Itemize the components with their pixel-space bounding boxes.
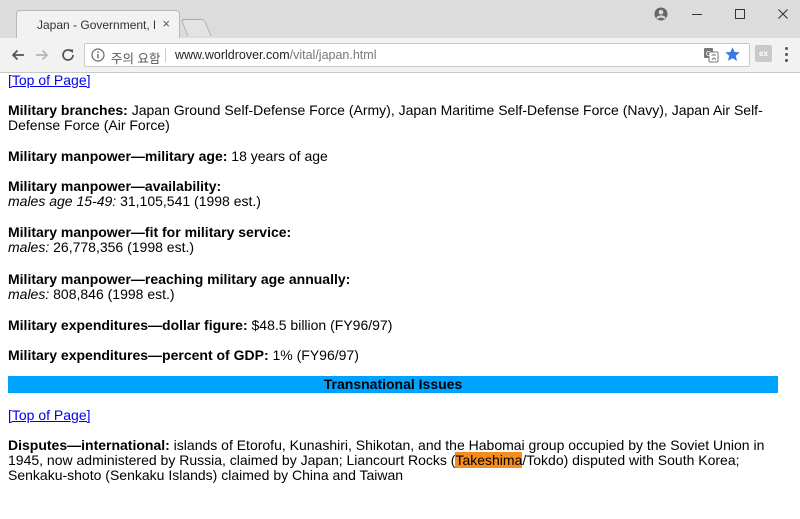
tab-title: Japan - Government, His: [37, 18, 155, 32]
fit-sublabel: males:: [8, 239, 50, 255]
security-label[interactable]: 주의 요함: [111, 48, 160, 67]
close-icon: [778, 9, 788, 19]
disputes-label: Disputes—international:: [8, 437, 170, 453]
manpower-fit: Military manpower—fit for military servi…: [8, 225, 768, 255]
reaching-sublabel: males:: [8, 286, 50, 302]
page-content: [Top of Page] Military branches: Japan G…: [0, 73, 800, 519]
manpower-availability: Military manpower—availability: males ag…: [8, 179, 768, 209]
extension-button[interactable]: ex: [755, 45, 772, 62]
fit-label: Military manpower—fit for military servi…: [8, 224, 292, 240]
info-icon[interactable]: [91, 48, 105, 62]
bookmark-star-icon[interactable]: [724, 46, 741, 63]
military-branches: Military branches: Japan Ground Self-Def…: [8, 103, 768, 133]
expenditure-gdp-value: 1% (FY96/97): [268, 347, 359, 363]
top-of-page-link[interactable]: [Top of Page]: [8, 73, 91, 88]
section-header-transnational: Transnational Issues: [8, 376, 778, 393]
svg-text:G: G: [706, 50, 711, 58]
url-host: www.worldrover.com: [175, 48, 290, 62]
fit-value: 26,778,356 (1998 est.): [49, 239, 195, 255]
forward-arrow-icon: [36, 49, 49, 61]
availability-value: 31,105,541 (1998 est.): [116, 193, 261, 209]
address-bar[interactable]: 주의 요함 www.worldrover.com/vital/japan.htm…: [84, 43, 750, 67]
browser-toolbar: 주의 요함 www.worldrover.com/vital/japan.htm…: [0, 38, 800, 73]
menu-dots-icon: [784, 46, 788, 62]
maximize-button[interactable]: [723, 0, 757, 28]
reaching-label: Military manpower—reaching military age …: [8, 271, 351, 287]
account-icon: [654, 7, 668, 21]
browser-tab[interactable]: Japan - Government, His ×: [16, 10, 180, 38]
browser-menu-button[interactable]: [779, 44, 793, 64]
military-age-value: 18 years of age: [227, 148, 328, 164]
translate-icon[interactable]: G: [703, 47, 719, 63]
disputes-international: Disputes—international: islands of Etoro…: [8, 438, 778, 483]
reaching-value: 808,846 (1998 est.): [49, 286, 175, 302]
expenditure-dollar-label: Military expenditures—dollar figure:: [8, 317, 248, 333]
availability-label: Military manpower—availability:: [8, 178, 222, 194]
military-age-label: Military manpower—military age:: [8, 148, 228, 164]
close-window-button[interactable]: [766, 0, 800, 28]
maximize-icon: [735, 9, 745, 19]
expenditure-gdp-label: Military expenditures—percent of GDP:: [8, 347, 269, 363]
back-button[interactable]: [8, 45, 28, 65]
reload-button[interactable]: [58, 45, 78, 65]
minimize-button[interactable]: [680, 0, 714, 28]
reload-icon: [62, 49, 74, 61]
forward-button[interactable]: [32, 45, 52, 65]
availability-sublabel: males age 15-49:: [8, 193, 117, 209]
scrollbar[interactable]: [796, 73, 800, 519]
search-highlight: Takeshima: [455, 452, 523, 468]
manpower-reaching-age: Military manpower—reaching military age …: [8, 272, 768, 302]
new-tab-button[interactable]: [180, 19, 212, 36]
top-of-page-link-2[interactable]: [Top of Page]: [8, 408, 91, 423]
url-path: /vital/japan.html: [289, 48, 377, 62]
expenditure-dollar-value: $48.5 billion (FY96/97): [247, 317, 393, 333]
title-bar: Japan - Government, His ×: [0, 0, 800, 38]
address-separator: [165, 48, 166, 62]
tab-close-button[interactable]: ×: [162, 16, 170, 32]
military-branches-label: Military branches:: [8, 102, 128, 118]
military-age: Military manpower—military age: 18 years…: [8, 149, 768, 164]
expenditure-gdp: Military expenditures—percent of GDP: 1%…: [8, 348, 768, 363]
back-arrow-icon: [11, 49, 24, 61]
expenditure-dollar: Military expenditures—dollar figure: $48…: [8, 318, 768, 333]
minimize-icon: [692, 14, 702, 15]
account-button[interactable]: [644, 0, 678, 28]
url-text[interactable]: www.worldrover.com/vital/japan.html: [175, 48, 376, 62]
